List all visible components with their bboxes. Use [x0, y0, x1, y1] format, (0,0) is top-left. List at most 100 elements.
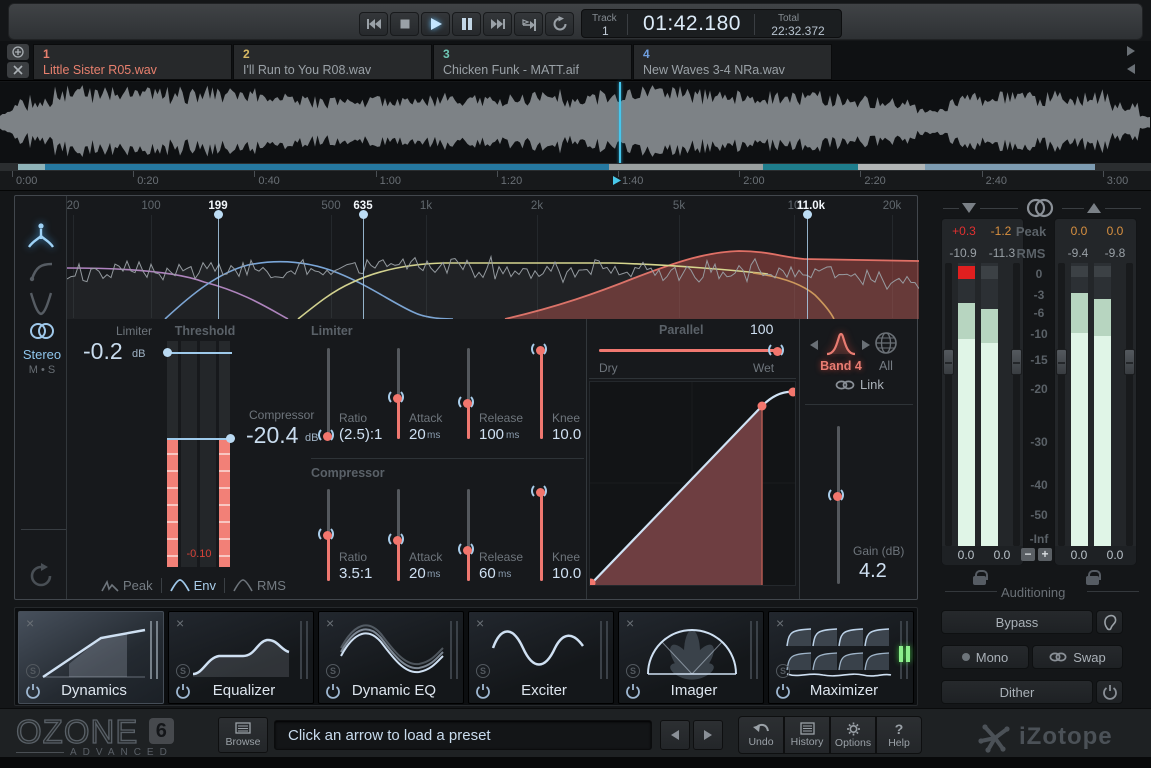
drag-handle[interactable] [306, 621, 308, 679]
band-gain-slider[interactable] [837, 426, 840, 584]
parallel-value[interactable]: 100 [750, 321, 773, 337]
tab-scroll-left-button[interactable] [1127, 64, 1135, 74]
crossover-handle-635[interactable] [359, 210, 368, 219]
limiter-threshold-line[interactable] [167, 352, 232, 354]
compressor-ratio-handle[interactable] [318, 526, 334, 542]
crossover-frequency-label[interactable]: 11.0k [797, 200, 825, 212]
input-lock-icon[interactable] [973, 576, 986, 585]
solo-module-icon[interactable]: S [176, 664, 190, 678]
limiter-threshold-value[interactable]: -0.2 [83, 338, 123, 365]
playhead-cursor[interactable] [619, 82, 621, 172]
loop-button[interactable] [545, 12, 574, 36]
output-fader-left-handle[interactable] [1056, 349, 1067, 375]
output-lock-icon[interactable] [1086, 576, 1099, 585]
module-tile-maximizer[interactable]: × S Maximizer [768, 611, 914, 704]
limiter-knee-handle[interactable] [531, 341, 547, 357]
dither-button[interactable]: Dither [941, 680, 1093, 704]
limiter-attack-value[interactable]: 20 [409, 426, 426, 443]
history-button[interactable]: History [784, 716, 830, 754]
loop-region-bar[interactable] [0, 163, 1151, 171]
meter-zoom-in-button[interactable]: + [1038, 548, 1052, 561]
browse-button[interactable]: Browse [218, 717, 268, 753]
detector-peak-option[interactable]: Peak [101, 578, 153, 593]
chain-pause-indicator[interactable] [899, 646, 910, 662]
module-tile-exciter[interactable]: × S Exciter [468, 611, 614, 704]
meter-zoom-out-button[interactable]: − [1021, 548, 1035, 561]
compressor-threshold-line[interactable] [167, 438, 232, 440]
limiter-knee-value[interactable]: 10.0 [552, 426, 581, 443]
add-tab-button[interactable] [7, 44, 29, 60]
module-tile-equalizer[interactable]: × S Equalizer [168, 611, 314, 704]
band-next-button[interactable] [862, 340, 870, 350]
limiter-attack-handle[interactable] [388, 389, 404, 405]
drag-handle[interactable] [756, 621, 758, 679]
solo-module-icon[interactable]: S [626, 664, 640, 678]
compressor-knee-value[interactable]: 10.0 [552, 565, 581, 582]
output-fader-right[interactable] [1126, 263, 1133, 546]
parallel-handle[interactable] [768, 342, 784, 358]
crossover-handle-199[interactable] [214, 210, 223, 219]
preset-prev-button[interactable] [660, 720, 690, 750]
bypass-button[interactable]: Bypass [941, 610, 1093, 634]
reset-button[interactable] [28, 562, 56, 595]
loop-segment[interactable] [858, 164, 925, 170]
link-toggle[interactable]: Link [835, 377, 884, 392]
loop-segment[interactable] [925, 164, 1095, 170]
ms-label[interactable]: M • S [16, 364, 68, 376]
compressor-release-value[interactable]: 60 [479, 565, 496, 582]
undo-button[interactable]: Undo [738, 716, 784, 754]
drag-handle[interactable] [300, 621, 302, 679]
help-button[interactable]: ? Help [876, 716, 922, 754]
preset-field[interactable]: Click an arrow to load a preset [274, 720, 652, 750]
goto-end-button[interactable] [514, 12, 543, 36]
ear-audition-button[interactable] [1096, 610, 1123, 634]
threshold-meter[interactable] [167, 341, 230, 567]
stereo-ms-selector[interactable]: Stereo M • S [27, 322, 68, 376]
solo-module-icon[interactable]: S [476, 664, 490, 678]
preset-next-button[interactable] [693, 720, 723, 750]
tab-scroll-right-button[interactable] [1127, 46, 1135, 56]
compressor-attack-value[interactable]: 20 [409, 565, 426, 582]
loop-segment[interactable] [763, 164, 858, 170]
module-tile-dynamics[interactable]: × S Dynamics [18, 611, 164, 704]
play-button[interactable] [421, 12, 450, 36]
stereo-label[interactable]: Stereo [16, 347, 68, 362]
waveform-overview[interactable] [0, 82, 1151, 163]
dither-power-button[interactable] [1096, 680, 1123, 704]
band-prev-button[interactable] [810, 340, 818, 350]
close-tab-button[interactable] [7, 62, 29, 78]
drag-handle[interactable] [450, 621, 452, 679]
playhead-marker-icon[interactable] [612, 175, 622, 186]
module-tile-dynamic-eq[interactable]: × S Dynamic EQ [318, 611, 464, 704]
skip-back-button[interactable] [359, 12, 388, 36]
limiter-release-handle[interactable] [458, 394, 474, 410]
tab-track-4[interactable]: 4 New Waves 3-4 NRa.wav [633, 44, 832, 80]
compressor-release-handle[interactable] [458, 541, 474, 557]
output-fader-left[interactable] [1058, 263, 1065, 546]
all-bands-globe-icon[interactable] [873, 330, 899, 356]
solo-module-icon[interactable]: S [26, 664, 40, 678]
compressor-threshold-value[interactable]: -20.4 [246, 422, 298, 449]
band-gain-value[interactable]: 4.2 [859, 560, 887, 583]
tab-track-2[interactable]: 2 I'll Run to You R08.wav [233, 44, 432, 80]
band-shape-icon[interactable] [825, 329, 857, 357]
drag-handle[interactable] [606, 621, 608, 679]
compressor-knee-handle[interactable] [531, 483, 547, 499]
limiter-ratio-slider[interactable] [327, 348, 330, 439]
limiter-release-value[interactable]: 100 [479, 426, 504, 443]
loop-segment[interactable] [18, 164, 45, 170]
mono-button[interactable]: Mono [941, 645, 1029, 669]
skip-forward-button[interactable] [483, 12, 512, 36]
swap-button[interactable]: Swap [1032, 645, 1123, 669]
timeline-ruler[interactable]: 0:000:200:401:001:201:402:002:202:403:00 [0, 171, 1151, 191]
tab-track-1[interactable]: 1 Little Sister R05.wav [33, 44, 232, 80]
drag-handle[interactable] [600, 621, 602, 679]
limiter-ratio-handle[interactable] [318, 427, 334, 443]
drag-handle[interactable] [150, 621, 152, 679]
detector-rms-option[interactable]: RMS [233, 578, 286, 593]
loop-segment[interactable] [45, 164, 609, 170]
drag-handle[interactable] [456, 621, 458, 679]
pause-button[interactable] [452, 12, 481, 36]
drag-handle[interactable] [750, 621, 752, 679]
solo-module-icon[interactable]: S [776, 664, 790, 678]
